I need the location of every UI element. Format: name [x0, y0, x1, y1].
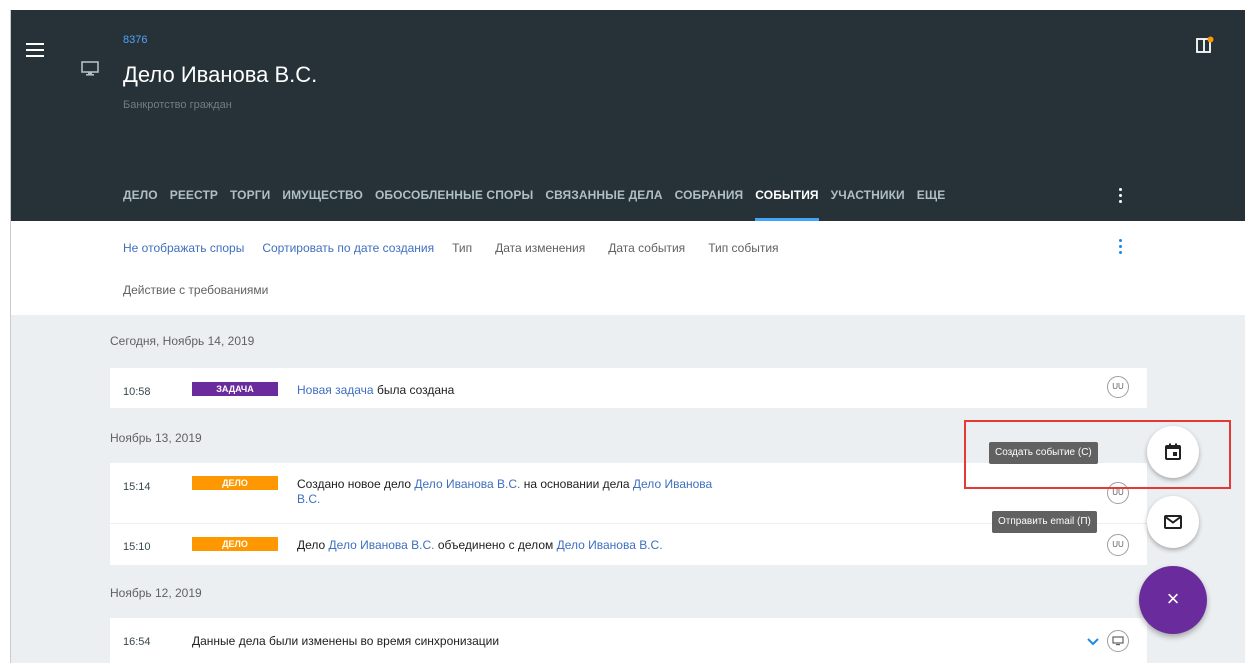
tab-more[interactable]: ЕЩЕ [917, 188, 946, 221]
filter-hide-disputes[interactable]: Не отображать споры [123, 241, 244, 255]
event-link[interactable]: Дело Иванова В.С. [557, 538, 663, 552]
day-header: Ноябрь 13, 2019 [110, 431, 202, 445]
case-number: 8376 [123, 34, 148, 46]
tab-related-cases[interactable]: СВЯЗАННЫЕ ДЕЛА [545, 188, 662, 221]
filter-event-date[interactable]: Дата события [608, 241, 685, 255]
event-link[interactable]: Дело Иванова В.С. [414, 477, 520, 491]
case-header: 8376 Дело Иванова В.С. Банкротство гражд… [11, 10, 1245, 221]
user-avatar[interactable]: UU [1107, 376, 1129, 398]
day-header: Сегодня, Ноябрь 14, 2019 [110, 334, 255, 348]
send-email-tooltip: Отправить email (П) [992, 511, 1097, 533]
filter-claims-action[interactable]: Действие с требованиями [123, 283, 268, 297]
tab-disputes[interactable]: ОБОСОБЛЕННЫЕ СПОРЫ [375, 188, 533, 221]
monitor-icon [1112, 636, 1124, 646]
event-link[interactable]: Дело Иванова В.С. [329, 538, 435, 552]
filters-more-icon[interactable] [1116, 239, 1124, 257]
app-frame: 8376 Дело Иванова В.С. Банкротство гражд… [10, 10, 1245, 663]
filter-sort-by-created[interactable]: Сортировать по дате создания [262, 241, 434, 255]
sidebar-panel-icon[interactable] [1196, 36, 1214, 54]
filter-event-type[interactable]: Тип события [708, 241, 778, 255]
tab-delo[interactable]: ДЕЛО [123, 188, 158, 221]
tab-meetings[interactable]: СОБРАНИЯ [675, 188, 744, 221]
filter-type[interactable]: Тип [452, 241, 472, 255]
day-header: Ноябрь 12, 2019 [110, 586, 202, 600]
sync-avatar [1107, 630, 1129, 652]
close-fab-button[interactable]: × [1139, 566, 1207, 634]
monitor-icon [81, 61, 99, 76]
event-row[interactable]: 10:58 ЗАДАЧА Новая задача была создана U… [110, 368, 1147, 408]
highlight-box [964, 420, 1231, 489]
mail-icon [1164, 515, 1182, 529]
page-title: Дело Иванова В.С. [123, 62, 318, 87]
user-avatar[interactable]: UU [1107, 534, 1129, 556]
tab-reestr[interactable]: РЕЕСТР [170, 188, 218, 221]
tab-torgi[interactable]: ТОРГИ [230, 188, 270, 221]
event-link[interactable]: Дело Иванова [633, 477, 712, 491]
case-tabs: ДЕЛО РЕЕСТР ТОРГИ ИМУЩЕСТВО ОБОСОБЛЕННЫЕ… [123, 188, 957, 221]
filter-bar: Не отображать споры Сортировать по дате … [11, 221, 1245, 315]
event-row[interactable]: 16:54 Данные дела были изменены во время… [110, 618, 1147, 663]
event-link[interactable]: В.С. [297, 492, 320, 506]
filter-modified-date[interactable]: Дата изменения [495, 241, 585, 255]
tabs-more-icon[interactable] [1116, 188, 1124, 206]
event-time: 15:14 [123, 481, 151, 493]
case-type: Банкротство граждан [123, 99, 232, 111]
event-text: Создано новое дело Дело Иванова В.С. на … [297, 477, 713, 506]
event-text: Дело Дело Иванова В.С. объединено с дело… [297, 538, 663, 552]
event-type-badge: ЗАДАЧА [192, 382, 278, 396]
event-type-badge: ДЕЛО [192, 476, 278, 490]
tab-events[interactable]: СОБЫТИЯ [755, 188, 820, 221]
event-text: Новая задача была создана [297, 383, 455, 397]
event-time: 15:10 [123, 541, 151, 553]
chevron-down-icon[interactable] [1087, 638, 1099, 646]
tab-imushchestvo[interactable]: ИМУЩЕСТВО [282, 188, 363, 221]
send-email-button[interactable] [1147, 496, 1199, 548]
hamburger-menu-icon[interactable] [26, 43, 44, 57]
tab-participants[interactable]: УЧАСТНИКИ [831, 188, 905, 221]
event-link[interactable]: Новая задача [297, 383, 374, 397]
close-icon: × [1166, 586, 1180, 611]
event-type-badge: ДЕЛО [192, 537, 278, 551]
event-time: 10:58 [123, 386, 151, 398]
event-text: Данные дела были изменены во время синхр… [192, 634, 500, 648]
event-time: 16:54 [123, 636, 151, 648]
